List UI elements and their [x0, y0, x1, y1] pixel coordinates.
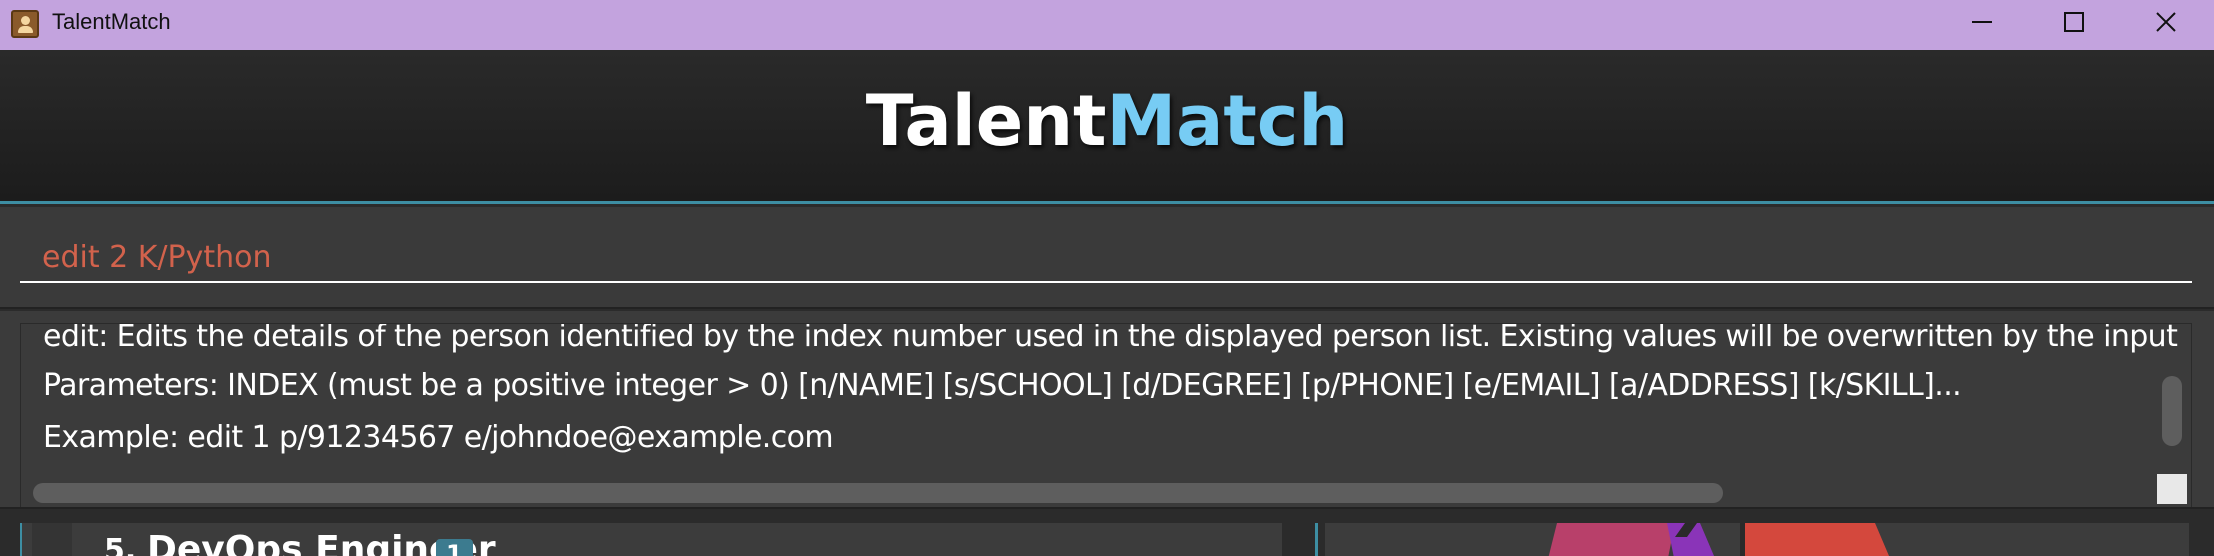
result-line-usage: edit: Edits the details of the person id…: [43, 323, 2178, 354]
result-line-parameters: Parameters: INDEX (must be a positive in…: [43, 368, 1962, 403]
minimize-icon: [1972, 21, 1992, 23]
list-gutter: [32, 523, 72, 556]
close-button[interactable]: [2120, 0, 2212, 44]
vertical-scrollbar-thumb[interactable]: [2162, 376, 2182, 446]
horizontal-scrollbar-thumb[interactable]: [33, 483, 1723, 503]
job-count-badge: 1: [436, 539, 473, 556]
brand-part-talent: Talent: [865, 80, 1107, 162]
close-icon: [2156, 12, 2176, 32]
detail-panel: [1325, 523, 2189, 556]
window-title: TalentMatch: [52, 9, 171, 34]
maximize-button[interactable]: [2028, 0, 2120, 44]
maximize-icon: [2064, 12, 2084, 32]
job-list-panel[interactable]: 5. DevOps Engineer 1: [20, 523, 1282, 556]
command-input[interactable]: [20, 233, 2192, 283]
app-brand-title: TalentMatch: [0, 80, 2214, 162]
result-display[interactable]: edit: Edits the details of the person id…: [20, 323, 2192, 509]
main-content: 5. DevOps Engineer 1: [0, 507, 2214, 556]
app-header: TalentMatch: [0, 50, 2214, 204]
command-box-area: [0, 207, 2214, 309]
job-index: 5.: [104, 533, 137, 556]
result-line-example: Example: edit 1 p/91234567 e/johndoe@exa…: [43, 420, 834, 455]
scroll-corner: [2157, 474, 2187, 504]
minimize-button[interactable]: [1936, 0, 2028, 44]
contact-card-icon: [11, 10, 39, 38]
split-pane-divider[interactable]: [1315, 523, 1318, 556]
decorative-graphic: [1548, 523, 1890, 556]
title-bar: TalentMatch: [0, 0, 2214, 50]
brand-part-match: Match: [1106, 80, 1349, 162]
result-display-area: edit: Edits the details of the person id…: [0, 311, 2214, 509]
